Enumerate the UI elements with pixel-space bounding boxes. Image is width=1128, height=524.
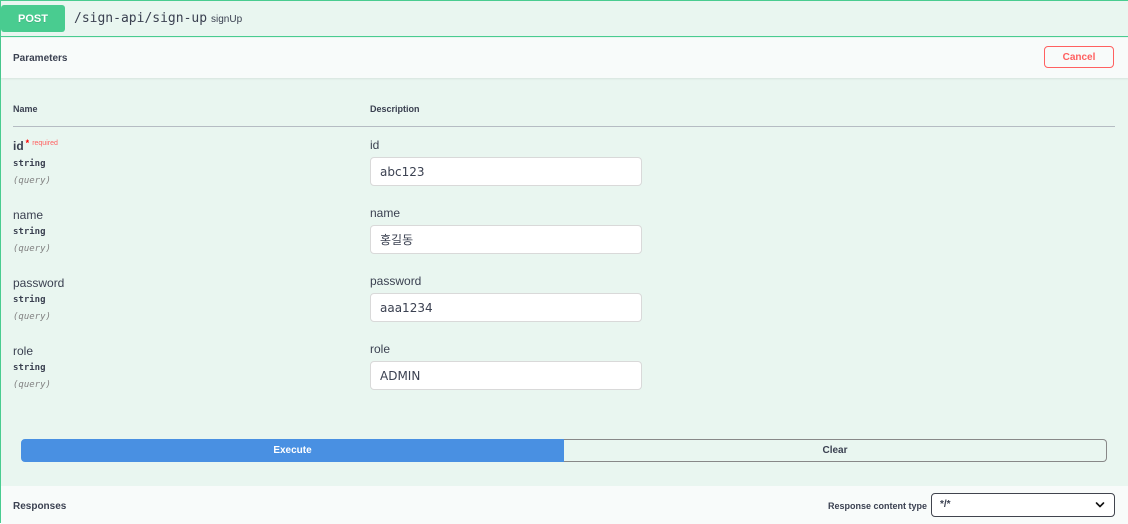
endpoint-path: /sign-api/sign-up — [74, 11, 208, 26]
param-id-label: id — [13, 139, 24, 153]
param-id-name: id * required — [13, 138, 58, 153]
param-role-description: role — [370, 342, 391, 356]
operation-summary-text: signUp — [211, 14, 243, 25]
response-content-type-select[interactable]: */* — [931, 493, 1115, 517]
operation-block: POST /sign-api/sign-up signUp Parameters… — [0, 0, 1128, 524]
response-content-type-label: Response content type — [828, 501, 928, 511]
column-header-name: Name — [13, 104, 38, 114]
param-id-type: string — [13, 159, 46, 169]
param-role-location: (query) — [13, 380, 51, 390]
required-asterisk: * — [25, 138, 30, 148]
responses-header: Responses Response content type */* — [1, 486, 1128, 524]
param-id-description: id — [370, 138, 380, 152]
parameters-title: Parameters — [13, 53, 68, 64]
param-id-location: (query) — [13, 176, 51, 186]
parameters-header: Parameters Cancel — [1, 38, 1128, 78]
execute-button-group: Execute Clear — [21, 439, 1107, 462]
chevron-down-icon — [1095, 502, 1105, 508]
param-password-type: string — [13, 295, 46, 305]
param-name-name: name — [13, 208, 44, 222]
param-role-type: string — [13, 363, 46, 373]
param-id-input[interactable] — [370, 157, 642, 186]
responses-title: Responses — [13, 501, 67, 512]
param-name-type: string — [13, 227, 46, 237]
http-method-badge: POST — [1, 5, 65, 32]
execute-button[interactable]: Execute — [21, 439, 564, 462]
header-divider — [13, 126, 1115, 127]
param-name-location: (query) — [13, 244, 51, 254]
param-role-name: role — [13, 344, 34, 358]
operation-summary[interactable]: POST /sign-api/sign-up signUp — [1, 1, 1128, 37]
required-label: required — [32, 140, 58, 147]
param-password-input[interactable] — [370, 293, 642, 322]
clear-button[interactable]: Clear — [564, 439, 1107, 462]
response-content-type-value: */* — [940, 499, 951, 510]
param-name-input[interactable] — [370, 225, 642, 254]
column-header-description: Description — [370, 104, 420, 114]
param-name-description: name — [370, 206, 401, 220]
param-password-description: password — [370, 274, 422, 288]
param-role-input[interactable] — [370, 361, 642, 390]
param-password-location: (query) — [13, 312, 51, 322]
param-password-name: password — [13, 276, 65, 290]
cancel-button[interactable]: Cancel — [1044, 46, 1114, 68]
